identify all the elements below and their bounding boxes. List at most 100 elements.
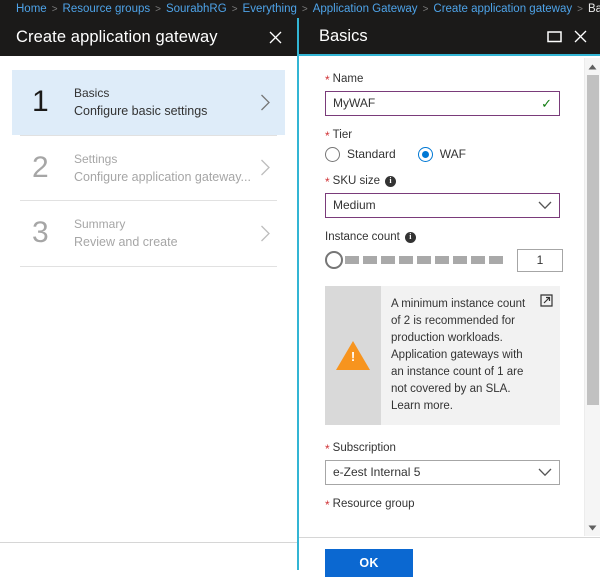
ok-button[interactable]: OK bbox=[325, 549, 413, 577]
chevron-down-icon-glyph bbox=[538, 201, 552, 209]
info-icon[interactable]: i bbox=[384, 175, 396, 187]
slider-segment bbox=[435, 256, 449, 265]
wizard-step-text: Settings Configure application gateway..… bbox=[74, 150, 254, 187]
basics-blade-footer: OK bbox=[299, 537, 600, 588]
basics-blade-title: Basics bbox=[319, 26, 368, 45]
sku-size-label-text: SKU size bbox=[332, 174, 380, 187]
slider-segment bbox=[417, 256, 431, 265]
chevron-down-icon bbox=[538, 201, 552, 210]
sku-size-label: * SKU size i bbox=[325, 174, 560, 189]
basics-blade: Basics * Name MyWAF ✓ * Tier Standard WA… bbox=[297, 18, 600, 588]
chevron-right-icon-glyph bbox=[261, 159, 270, 176]
subscription-label: * Subscription bbox=[325, 441, 560, 456]
chevron-down-icon-glyph bbox=[538, 468, 552, 476]
name-input[interactable] bbox=[326, 96, 542, 111]
basics-blade-header: Basics bbox=[299, 18, 600, 56]
required-indicator: * bbox=[325, 498, 330, 513]
external-link-icon[interactable] bbox=[540, 294, 553, 307]
breadcrumb-item-application-gateway[interactable]: Application Gateway bbox=[313, 3, 418, 15]
chevron-down-icon bbox=[538, 468, 552, 477]
subscription-selected-value: e-Zest Internal 5 bbox=[333, 465, 421, 480]
chevron-right-icon bbox=[260, 225, 271, 242]
instance-count-value[interactable]: 1 bbox=[517, 248, 563, 272]
tier-radio-group: Standard WAF bbox=[325, 146, 560, 162]
wizard-step-title: Summary bbox=[74, 217, 126, 231]
wizard-step-basics[interactable]: 1 Basics Configure basic settings bbox=[12, 70, 285, 135]
wizard-step-subtitle: Configure application gateway... bbox=[74, 169, 251, 184]
breadcrumb-item-basics: Basics bbox=[587, 3, 600, 15]
field-instance-count: Instance count i 1 bbox=[325, 230, 563, 272]
chevron-right-icon bbox=[260, 94, 271, 111]
left-blade-title: Create application gateway bbox=[16, 27, 218, 46]
wizard-steps-list: 1 Basics Configure basic settings 2 Sett… bbox=[0, 56, 297, 267]
slider-segment bbox=[399, 256, 413, 265]
breadcrumb-item-everything[interactable]: Everything bbox=[243, 3, 297, 15]
close-icon-glyph bbox=[269, 31, 282, 43]
breadcrumb-separator: > bbox=[51, 3, 58, 15]
breadcrumb-separator: > bbox=[231, 3, 238, 15]
chevron-right-icon bbox=[260, 159, 271, 176]
field-tier: * Tier Standard WAF bbox=[325, 128, 560, 162]
wizard-step-title: Basics bbox=[74, 86, 110, 100]
warning-exclamation: ! bbox=[350, 348, 356, 364]
sku-size-select[interactable]: Medium bbox=[325, 192, 560, 218]
left-blade-header: Create application gateway bbox=[0, 18, 297, 56]
basics-form-scroll-area: * Name ✓ * Tier Standard bbox=[299, 58, 600, 536]
step-divider bbox=[20, 265, 277, 267]
subscription-label-text: Subscription bbox=[332, 441, 396, 454]
name-label-text: Name bbox=[332, 73, 364, 85]
slider-segment bbox=[471, 256, 485, 265]
info-icon[interactable]: i bbox=[404, 231, 416, 243]
wizard-step-subtitle: Configure basic settings bbox=[74, 104, 208, 118]
chevron-right-icon-glyph bbox=[261, 94, 270, 111]
instance-count-label: Instance count i bbox=[325, 230, 560, 245]
left-blade-footer-divider bbox=[0, 542, 297, 543]
close-icon[interactable] bbox=[266, 29, 285, 46]
breadcrumb-separator: > bbox=[577, 3, 583, 15]
slider-segment bbox=[381, 256, 395, 265]
radio-dot bbox=[421, 150, 429, 158]
radio-icon bbox=[325, 146, 340, 162]
name-input-wrapper[interactable]: ✓ bbox=[325, 90, 560, 116]
breadcrumb-item-resource-groups[interactable]: Resource groups bbox=[63, 3, 151, 15]
close-icon[interactable] bbox=[571, 28, 590, 45]
tier-label-text: Tier bbox=[332, 128, 353, 141]
form-scrollbar[interactable] bbox=[584, 58, 600, 536]
breadcrumb-item-sourabhrg[interactable]: SourabhRG bbox=[166, 3, 227, 15]
tier-label: * Tier bbox=[325, 128, 560, 143]
wizard-step-text: Summary Review and create bbox=[74, 215, 254, 252]
warning-icon-band: ! bbox=[325, 285, 381, 425]
maximize-icon[interactable] bbox=[544, 28, 565, 45]
close-icon-glyph bbox=[574, 30, 587, 42]
required-indicator: * bbox=[325, 129, 330, 144]
breadcrumb-item-home[interactable]: Home bbox=[16, 3, 47, 15]
scroll-up-icon[interactable] bbox=[585, 58, 600, 75]
required-indicator: * bbox=[325, 442, 330, 457]
breadcrumb-item-create-application-gateway[interactable]: Create application gateway bbox=[433, 3, 572, 15]
basics-form: * Name ✓ * Tier Standard bbox=[299, 58, 582, 512]
scrollbar-thumb[interactable] bbox=[587, 75, 599, 405]
field-subscription: * Subscription e-Zest Internal 5 bbox=[325, 441, 560, 485]
required-indicator: * bbox=[325, 175, 330, 190]
wizard-step-summary[interactable]: 3 Summary Review and create bbox=[12, 201, 285, 266]
tier-option-standard[interactable]: Standard bbox=[325, 146, 396, 162]
maximize-icon-glyph bbox=[547, 30, 562, 42]
wizard-step-title: Settings bbox=[74, 151, 118, 166]
required-indicator: * bbox=[325, 73, 330, 88]
name-label: * Name bbox=[325, 72, 560, 87]
external-link-icon-glyph bbox=[540, 294, 553, 307]
slider-segment bbox=[363, 256, 377, 265]
scroll-down-icon-glyph bbox=[588, 525, 597, 530]
field-sku-size: * SKU size i Medium bbox=[325, 174, 560, 218]
create-application-gateway-blade: Create application gateway 1 Basics Conf… bbox=[0, 18, 297, 570]
instance-count-slider[interactable] bbox=[325, 249, 507, 271]
tier-option-waf[interactable]: WAF bbox=[417, 146, 466, 162]
slider-thumb[interactable] bbox=[325, 251, 343, 270]
wizard-step-subtitle: Review and create bbox=[74, 235, 178, 249]
sku-size-selected-value: Medium bbox=[333, 198, 376, 213]
slider-segment bbox=[345, 256, 359, 265]
wizard-step-number: 3 bbox=[32, 216, 49, 250]
subscription-select[interactable]: e-Zest Internal 5 bbox=[325, 459, 560, 485]
scroll-down-icon[interactable] bbox=[585, 519, 600, 536]
wizard-step-settings[interactable]: 2 Settings Configure application gateway… bbox=[12, 136, 285, 201]
